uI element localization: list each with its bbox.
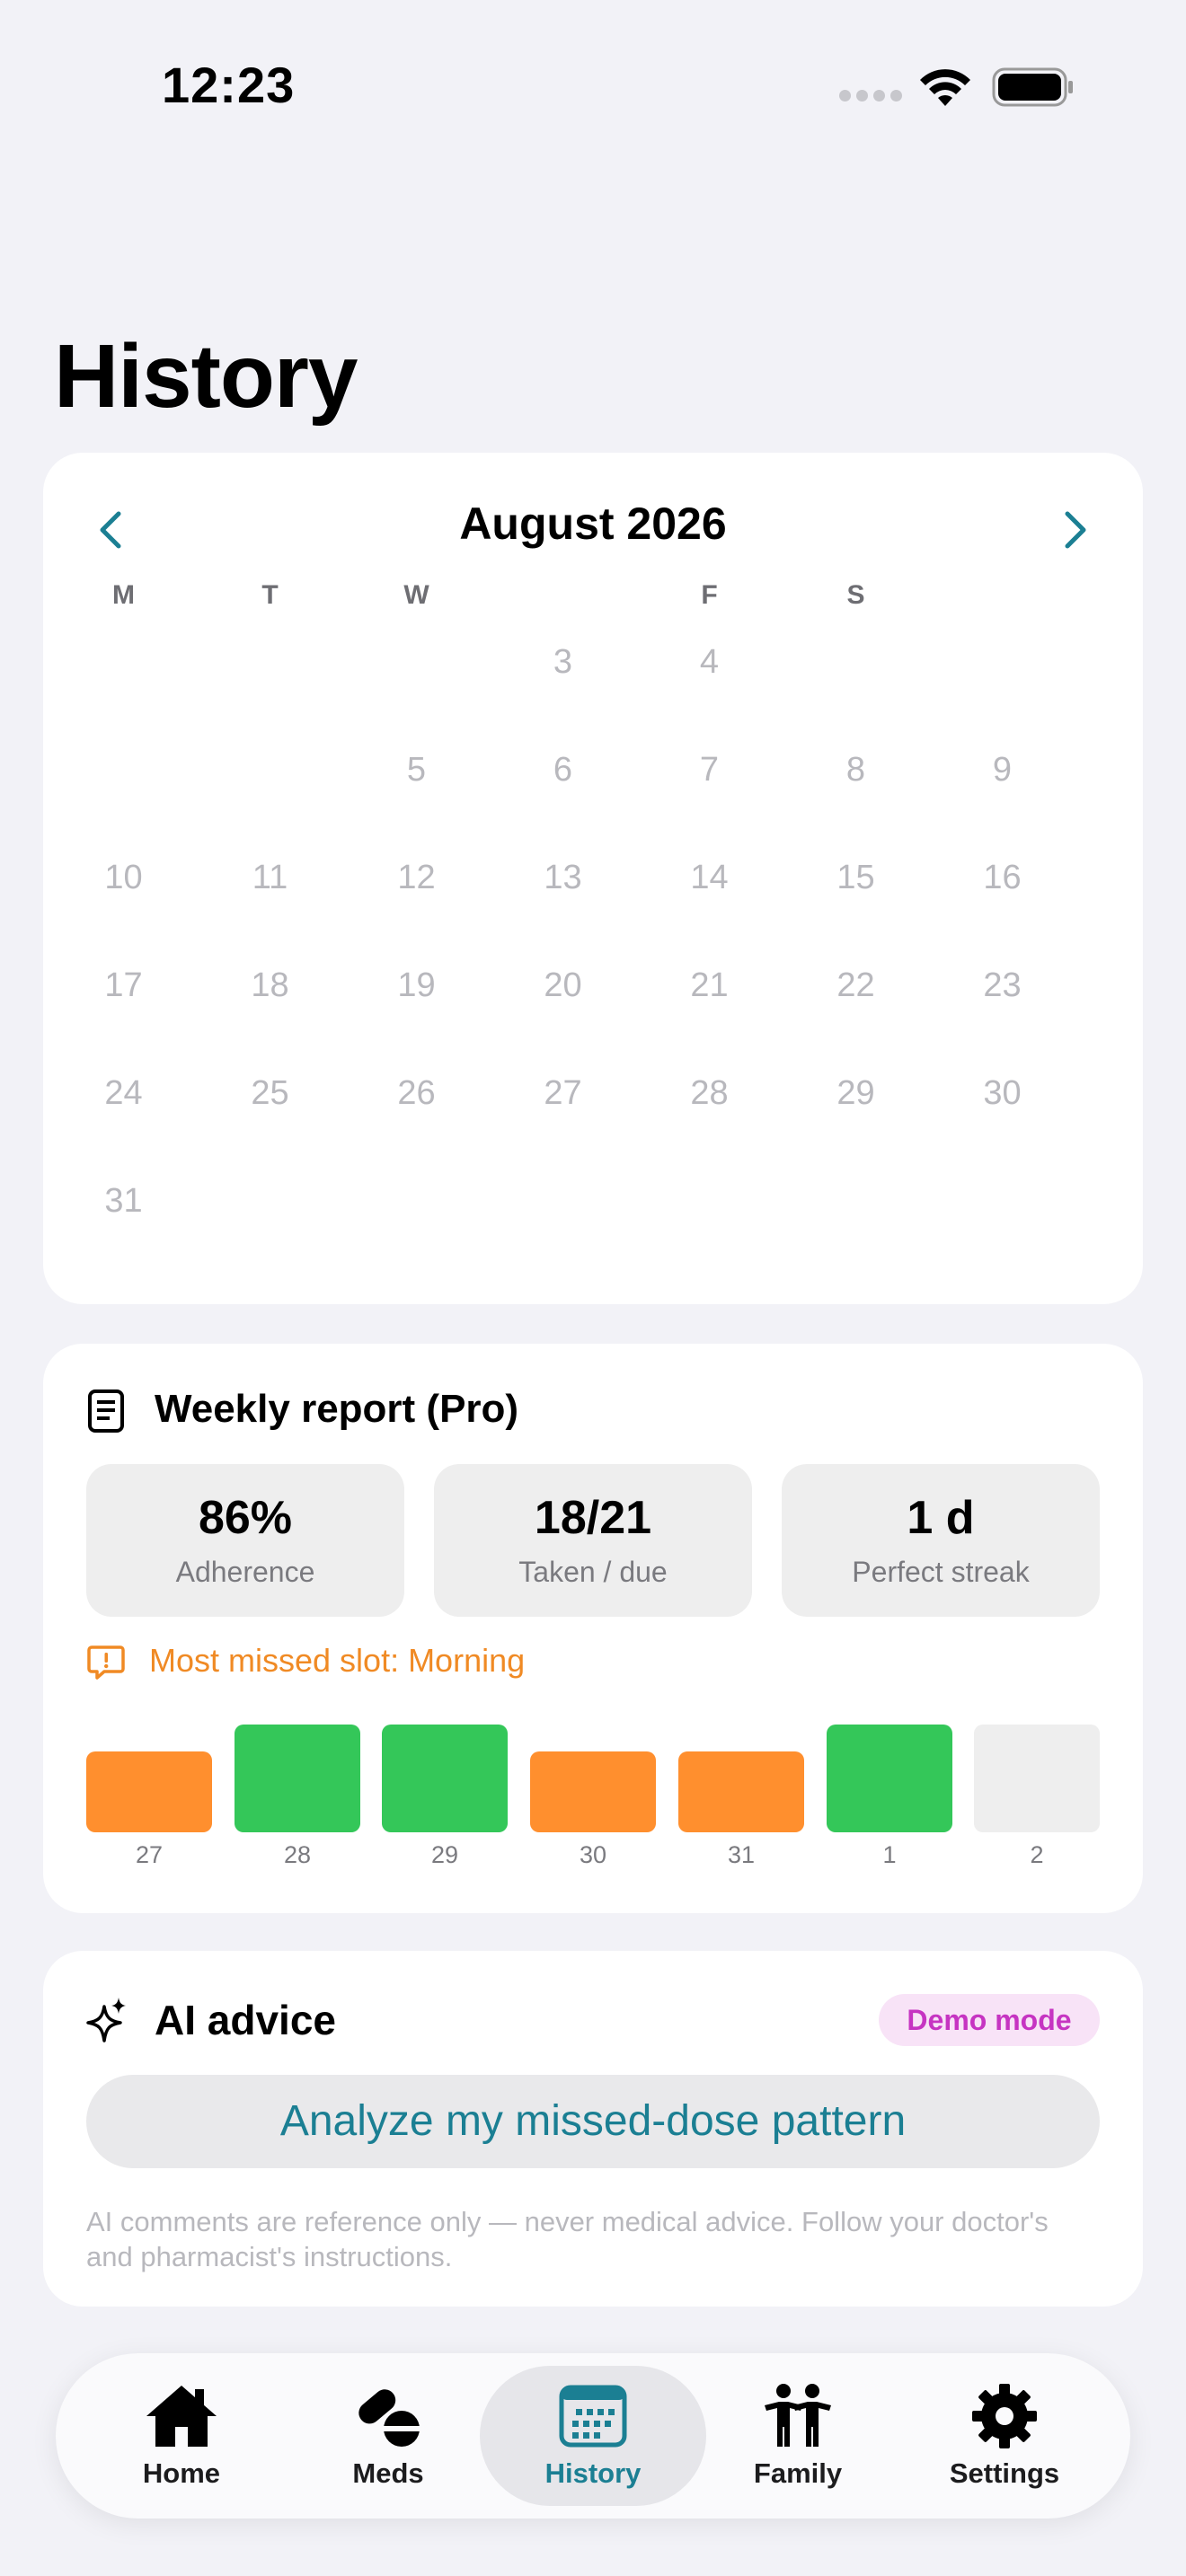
status-time: 12:23 (162, 57, 296, 113)
day-bar-full (827, 1725, 952, 1832)
calendar-day[interactable]: 3 (490, 643, 636, 682)
calendar-day[interactable]: 9 (929, 751, 1075, 790)
day-bar-full (235, 1725, 360, 1832)
ai-advice-title: AI advice (155, 1997, 336, 2043)
calendar-day[interactable]: 24 (50, 1074, 197, 1113)
stat-label: Adherence (175, 1556, 315, 1588)
ai-disclaimer: AI comments are reference only — never m… (86, 2206, 1049, 2272)
stat-value: 18/21 (534, 1492, 652, 1544)
day-bar-partial (86, 1751, 212, 1832)
gear-icon (972, 2384, 1037, 2448)
weekday-header: M (112, 580, 135, 610)
calendar-day[interactable]: 8 (783, 751, 929, 790)
calendar-day[interactable]: 15 (783, 859, 929, 897)
calendar-day[interactable]: 11 (197, 859, 343, 897)
calendar-day[interactable]: 30 (929, 1074, 1075, 1113)
house-icon (146, 2386, 217, 2447)
analyze-pattern-button[interactable]: Analyze my missed-dose pattern (86, 2075, 1100, 2168)
tab-history[interactable]: History (485, 2353, 701, 2519)
tab-label: Settings (949, 2457, 1060, 2489)
most-missed-slot: Most missed slot: Morning (149, 1642, 526, 1679)
weekday-header: W (403, 580, 429, 610)
demo-mode-badge: Demo mode (879, 1994, 1100, 2046)
day-bar-label: 30 (579, 1841, 607, 1868)
calendar-day[interactable]: 10 (50, 859, 197, 897)
calendar-day[interactable]: 18 (197, 966, 343, 1005)
weekday-header: T (261, 580, 279, 610)
stat-perfect-streak: 1 d Perfect streak (782, 1464, 1100, 1617)
day-bar-label: 1 (882, 1841, 897, 1868)
day-bar-partial (530, 1751, 656, 1832)
day-bar-full (382, 1725, 508, 1832)
calendar-day[interactable]: 4 (636, 643, 783, 682)
chevron-right-icon[interactable] (1048, 503, 1102, 557)
day-bar-label: 2 (1030, 1841, 1044, 1868)
calendar-day[interactable]: 27 (490, 1074, 636, 1113)
tab-label: Home (142, 2457, 221, 2489)
calendar-day[interactable]: 22 (783, 966, 929, 1005)
calendar-day[interactable]: 23 (929, 966, 1075, 1005)
tab-label: History (544, 2457, 642, 2489)
weekly-report-title: Weekly report (Pro) (155, 1387, 519, 1431)
tab-home[interactable]: Home (74, 2353, 289, 2519)
stat-taken-due: 18/21 Taken / due (434, 1464, 752, 1617)
page-title: History (54, 326, 358, 427)
people-icon (765, 2384, 831, 2447)
calendar-day[interactable]: 21 (636, 966, 783, 1005)
stat-value: 86% (198, 1492, 293, 1544)
tab-settings[interactable]: Settings (897, 2353, 1112, 2519)
calendar-day[interactable]: 5 (343, 751, 490, 790)
day-bar-label: 29 (430, 1841, 459, 1868)
calendar-day[interactable]: 26 (343, 1074, 490, 1113)
report-document-icon (88, 1389, 124, 1433)
cellular-signal-icon (839, 90, 911, 102)
ai-advice-card: AI advice Demo mode Analyze my missed-do… (43, 1951, 1143, 2307)
wifi-icon (920, 69, 970, 106)
weekly-report-card: Weekly report (Pro) 86% Adherence 18/21 … (43, 1344, 1143, 1913)
tab-label: Family (753, 2457, 843, 2489)
calendar-day[interactable]: 29 (783, 1074, 929, 1113)
calendar-day[interactable]: 25 (197, 1074, 343, 1113)
calendar-day[interactable]: 6 (490, 751, 636, 790)
day-bar-partial (678, 1751, 804, 1832)
calendar-day[interactable]: 20 (490, 966, 636, 1005)
weekday-header: F (701, 580, 718, 610)
calendar-day[interactable]: 14 (636, 859, 783, 897)
stat-label: Taken / due (518, 1556, 668, 1588)
tab-label: Meds (352, 2457, 424, 2489)
day-bar-none (974, 1725, 1100, 1832)
stat-value: 1 d (907, 1492, 975, 1544)
calendar-day[interactable]: 17 (50, 966, 197, 1005)
day-bar-label: 27 (135, 1841, 164, 1868)
pills-icon (358, 2389, 421, 2447)
calendar-day[interactable]: 19 (343, 966, 490, 1005)
stat-label: Perfect streak (852, 1556, 1030, 1588)
weekday-header: S (846, 580, 865, 610)
calendar-day[interactable]: 16 (929, 859, 1075, 897)
calendar-day[interactable]: 31 (50, 1182, 197, 1221)
calendar-day[interactable]: 13 (490, 859, 636, 897)
calendar-day[interactable]: 12 (343, 859, 490, 897)
tab-family[interactable]: Family (690, 2353, 906, 2519)
tab-bar: Home Meds History Family Settings (56, 2353, 1130, 2519)
calendar-month-label: August 2026 (459, 498, 727, 549)
calendar-day[interactable]: 28 (636, 1074, 783, 1113)
calendar-icon (559, 2385, 627, 2448)
calendar-card: August 2026 M T W F S 3 4 5 6 7 8 9 10 11 12 13 14 15 16 1… (43, 453, 1143, 1304)
day-bar-label: 28 (283, 1841, 312, 1868)
calendar-day[interactable]: 7 (636, 751, 783, 790)
battery-icon (992, 67, 1073, 107)
day-bar-label: 31 (727, 1841, 756, 1868)
sparkles-icon (86, 1998, 126, 2042)
stat-adherence: 86% Adherence (86, 1464, 404, 1617)
exclamation-bubble-icon (87, 1645, 125, 1680)
tab-meds[interactable]: Meds (280, 2353, 496, 2519)
